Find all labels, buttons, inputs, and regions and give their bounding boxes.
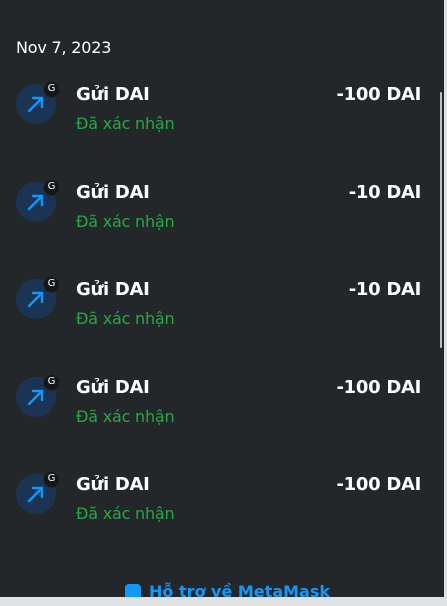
- transaction-status: Đã xác nhận: [76, 114, 175, 133]
- transaction-icon: G: [16, 471, 60, 514]
- transaction-amount: -100 DAI: [336, 84, 422, 105]
- window-bottom-edge: [0, 597, 444, 606]
- transaction-title: Gửi DAI: [76, 182, 150, 203]
- transaction-item[interactable]: G Gửi DAI Đã xác nhận -100 DAI: [0, 80, 440, 140]
- date-header: Nov 7, 2023: [16, 38, 112, 57]
- transaction-status: Đã xác nhận: [76, 309, 175, 328]
- transaction-amount: -10 DAI: [348, 182, 422, 203]
- transaction-icon: G: [16, 81, 60, 124]
- transaction-icon: G: [16, 276, 60, 319]
- transaction-status: Đã xác nhận: [76, 212, 175, 231]
- transaction-item[interactable]: G Gửi DAI Đã xác nhận -10 DAI: [0, 178, 440, 238]
- transaction-item[interactable]: G Gửi DAI Đã xác nhận -100 DAI: [0, 373, 440, 433]
- activity-panel: Nov 7, 2023 G Gửi DAI Đã xác nhận -100 D…: [0, 0, 447, 606]
- arrow-up-right-icon: [27, 291, 44, 308]
- transaction-icon: G: [16, 179, 60, 222]
- network-badge: G: [43, 179, 60, 196]
- network-badge: G: [43, 81, 60, 98]
- transaction-amount: -100 DAI: [336, 474, 422, 495]
- arrow-up-right-icon: [27, 194, 44, 211]
- transaction-item[interactable]: G Gửi DAI Đã xác nhận -100 DAI: [0, 470, 440, 530]
- scrollbar-thumb[interactable]: [440, 92, 442, 348]
- transaction-title: Gửi DAI: [76, 279, 150, 300]
- arrow-up-right-icon: [27, 389, 44, 406]
- transaction-title: Gửi DAI: [76, 377, 150, 398]
- transaction-status: Đã xác nhận: [76, 504, 175, 523]
- transaction-status: Đã xác nhận: [76, 407, 175, 426]
- network-badge: G: [43, 276, 60, 293]
- transaction-title: Gửi DAI: [76, 474, 150, 495]
- transaction-amount: -100 DAI: [336, 377, 422, 398]
- arrow-up-right-icon: [27, 486, 44, 503]
- arrow-up-right-icon: [27, 96, 44, 113]
- transaction-item[interactable]: G Gửi DAI Đã xác nhận -10 DAI: [0, 275, 440, 335]
- transaction-amount: -10 DAI: [348, 279, 422, 300]
- transaction-icon: G: [16, 374, 60, 417]
- transaction-title: Gửi DAI: [76, 84, 150, 105]
- network-badge: G: [43, 471, 60, 488]
- network-badge: G: [43, 374, 60, 391]
